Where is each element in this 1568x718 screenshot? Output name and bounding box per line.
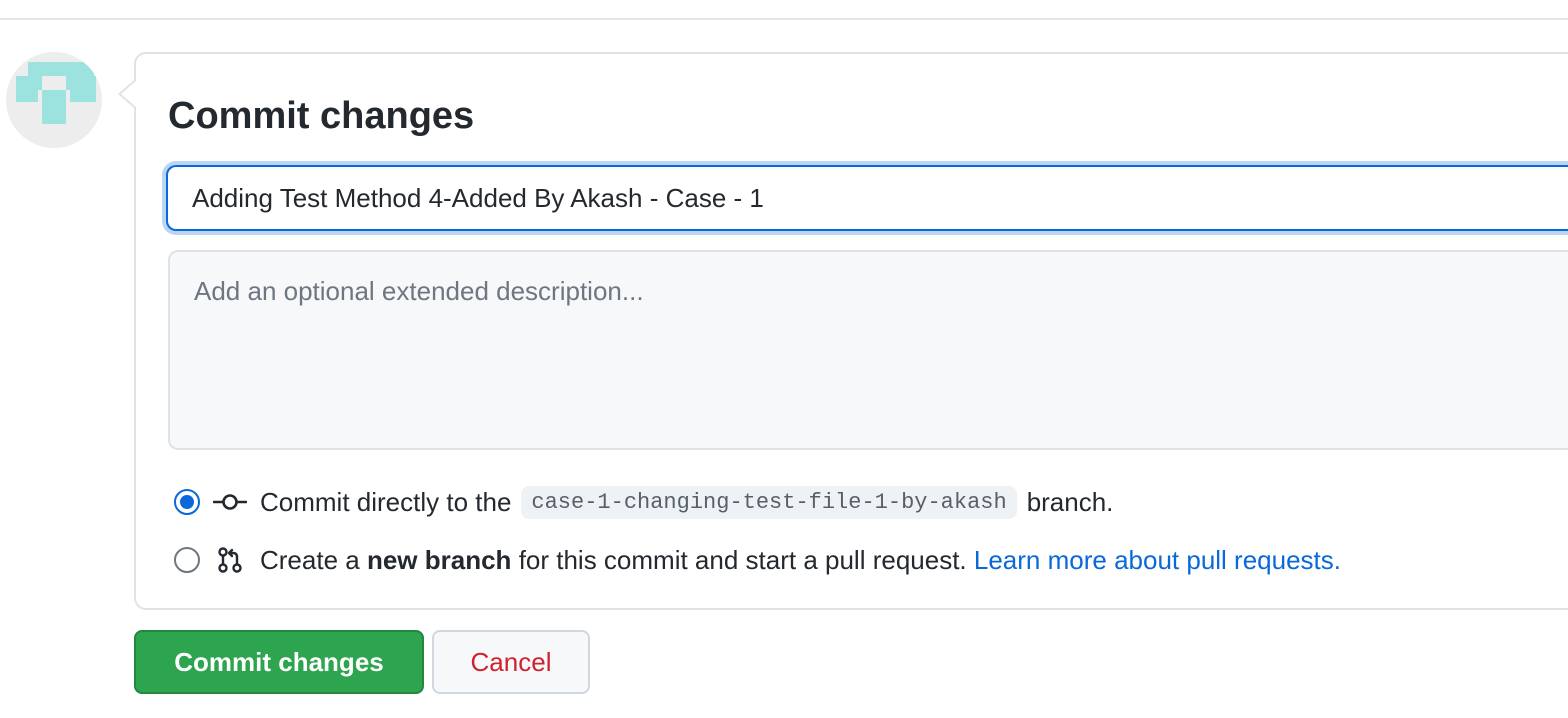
branch-name-badge: case-1-changing-test-file-1-by-akash <box>521 485 1017 519</box>
new-branch-text-prefix: Create a <box>260 544 360 575</box>
commit-form-title: Commit changes <box>168 95 475 137</box>
new-branch-text-suffix: for this commit and start a pull request… <box>518 544 967 575</box>
commit-description-input[interactable] <box>168 250 1568 450</box>
learn-more-pull-requests-link[interactable]: Learn more about pull requests. <box>974 545 1341 576</box>
commit-direct-text: Commit directly to the <box>260 486 512 517</box>
commit-direct-radio[interactable] <box>174 489 200 515</box>
user-avatar[interactable] <box>6 52 102 148</box>
new-branch-radio[interactable] <box>174 547 200 573</box>
commit-direct-text-suffix: branch. <box>1026 486 1114 517</box>
cancel-button[interactable]: Cancel <box>432 630 590 694</box>
commit-summary-input[interactable] <box>166 165 1568 231</box>
git-pull-request-icon <box>212 545 248 575</box>
commit-direct-option[interactable]: Commit directly to the case-1-changing-t… <box>174 482 1113 522</box>
header-divider <box>0 18 1568 20</box>
new-branch-option[interactable]: Create a new branch for this commit and … <box>174 540 1341 580</box>
commit-changes-button[interactable]: Commit changes <box>134 630 424 694</box>
identicon-image <box>16 62 96 124</box>
git-commit-icon <box>212 487 248 517</box>
new-branch-bold-text: new branch <box>366 544 512 575</box>
